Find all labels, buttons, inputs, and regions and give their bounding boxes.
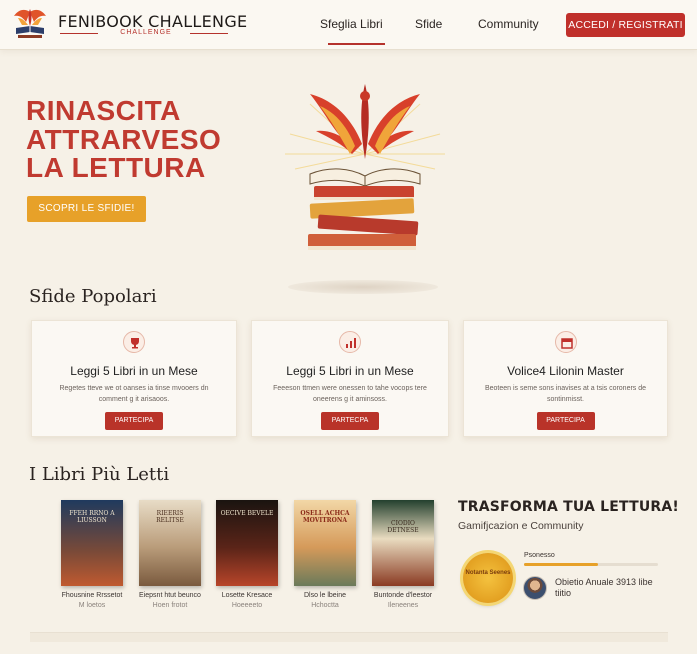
phoenix-books-illustration (280, 74, 450, 264)
challenge-card: Volice4 Lilonin Master Beoteen is seme s… (463, 320, 668, 437)
book-author: Ileneenes (387, 602, 419, 609)
book-title: Eiepsnt htut beunco (139, 592, 201, 599)
book-author: Hoen frotot (152, 602, 188, 609)
book-caption[interactable]: Fhousnine Rrssetot M loetos (52, 591, 132, 611)
challenge-title: Leggi 5 Libri in un Mese (286, 364, 414, 378)
footer-divider (30, 632, 668, 642)
nav-challenges[interactable]: Sfide (415, 17, 442, 31)
challenge-title: Volice4 Lilonin Master (507, 364, 624, 378)
challenge-title: Leggi 5 Libri in un Mese (70, 364, 198, 378)
promo-title: TRASFORMA TUA LETTURA! (458, 499, 680, 515)
calendar-icon (554, 331, 577, 353)
achievement-badge-icon: Notanta Seenes (463, 553, 513, 603)
challenge-card: Leggi 5 Libri in un Mese Feeeson ttmen w… (251, 320, 449, 437)
book-cover-title: OECIVE BEVELE (220, 510, 274, 517)
trophy-icon (123, 331, 145, 353)
book-caption[interactable]: Buntonde d'leestor Ileneenes (363, 591, 443, 611)
book-title: Losette Kresace (221, 592, 273, 599)
book-cover-title: FFEH RRNO A LIUSSON (69, 510, 115, 524)
header: FENIBOOK CHALLENGE CHALLENGE Sfeglia Lib… (0, 0, 697, 50)
hero-title-line: LA LETTURA (26, 152, 206, 183)
book-cover[interactable]: RIEERIS RELITSE (139, 500, 201, 586)
progress-fill (524, 563, 598, 566)
discover-challenges-button[interactable]: SCOPRI LE SFIDIE! (27, 196, 146, 222)
progress-bar (524, 563, 658, 566)
book-cover[interactable]: FFEH RRNO A LIUSSON (61, 500, 123, 586)
challenge-card: Leggi 5 Libri in un Mese Regetes tteve w… (31, 320, 237, 437)
book-cover-title: OSELL ACHCA MOVITRONA (300, 510, 350, 524)
book-cover-title: CIODIO DETNESE (387, 520, 419, 534)
book-author: Hchoctta (311, 602, 339, 609)
join-challenge-button[interactable]: PARTECIPA (536, 412, 595, 430)
nav-community[interactable]: Community (478, 17, 539, 31)
book-cover[interactable]: CIODIO DETNESE (372, 500, 434, 586)
book-caption[interactable]: Losette Kresace Hoeeeeto (207, 591, 287, 611)
annual-goal-text: Obietio Anuale 3913 libe tiitio (555, 577, 653, 598)
book-title: Buntonde d'leestor (373, 592, 433, 599)
illustration-shadow (288, 280, 438, 294)
hero-title-line: ATTRARVESO (26, 123, 222, 155)
join-challenge-button[interactable]: PARTECPA (321, 412, 379, 430)
join-challenge-button[interactable]: PARTECIPA (105, 412, 163, 430)
book-cover-title: RIEERIS RELITSE (156, 510, 184, 524)
hero-title: RINASCITA ATTRARVESO LA LETTURA (26, 95, 256, 183)
challenge-description: Regetes tteve we ot oanses ia tinse mvoo… (59, 385, 209, 403)
book-caption[interactable]: Eiepsnt htut beunco Hoen frotot (130, 591, 210, 611)
popular-challenges-heading: Sfide Popolari (29, 286, 157, 307)
brand-subtitle: CHALLENGE (58, 29, 234, 36)
book-title: Fhousnine Rrssetot (61, 592, 123, 599)
book-title: Dlso le lbeine (303, 592, 347, 599)
book-author: Hoeeeeto (231, 602, 263, 609)
most-read-books-heading: I Libri Più Letti (29, 464, 170, 485)
nav-browse-books[interactable]: Sfeglia Libri (320, 17, 385, 45)
book-caption[interactable]: Dlso le lbeine Hchoctta (285, 591, 365, 611)
book-cover[interactable]: OECIVE BEVELE (216, 500, 278, 586)
promo-subtitle: Gamifjcazion e Community (458, 520, 584, 532)
challenge-description: Beoteen is seme sons inavises at a tsis … (484, 385, 647, 403)
hero-title-line: RINASCITA (26, 95, 181, 126)
chart-icon (339, 331, 361, 353)
book-cover[interactable]: OSELL ACHCA MOVITRONA (294, 500, 356, 586)
challenge-description: Feeeson ttmen were onessen to tahe vocop… (273, 385, 427, 403)
badge-label: Notanta Seenes (465, 570, 511, 576)
book-author: M loetos (78, 602, 106, 609)
login-register-button[interactable]: ACCEDI / REGISTRATI (566, 13, 685, 37)
phoenix-book-logo-icon[interactable] (10, 6, 50, 42)
progress-label: Psonesso (524, 552, 555, 559)
avatar[interactable] (523, 576, 547, 600)
